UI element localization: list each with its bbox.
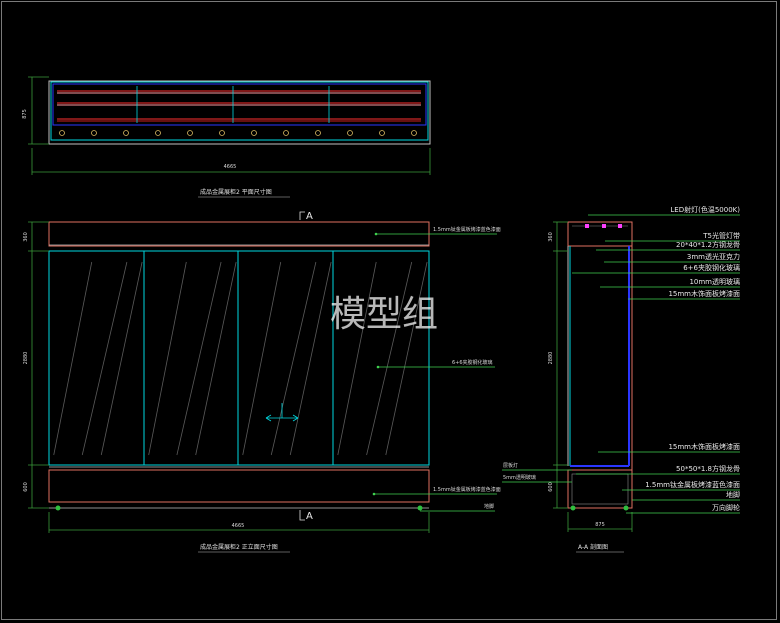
leader-bottom-dot [372,492,376,496]
plan-castor [251,130,257,136]
section-label: 6+6夹胶钢化玻璃 [683,263,740,272]
section-label: 10mm透明玻璃 [689,277,740,286]
section-mark-bottom: A [306,511,313,522]
sec-led-2 [602,224,606,228]
section-label-left: 层板灯 [503,462,518,469]
section-label: 3mm透光亚克力 [687,252,740,261]
plan-castors [59,130,417,136]
glass-hatch-line [148,261,187,456]
section-label: 50*50*1.8方钢龙骨 [676,464,740,473]
plan-dim-width: 4665 [224,164,237,170]
sec-base-inner [571,473,629,505]
section-label-left: 5mm透明玻璃 [503,474,536,481]
plan-castor [155,130,161,136]
plan-castor [347,130,353,136]
elev-caption: 成品金属展柜2 正立面尺寸图 [200,543,278,551]
section-label: 1.5mm钛金属板烤漆蓝色漆面 [645,480,740,489]
plan-caption: 成品金属展柜2 平面尺寸图 [200,188,272,196]
section-view: 360 2880 600 875 A-A 剖面图 LED射灯(色温5000K) T… [502,205,740,553]
glass-hatch-line [53,261,93,456]
sec-dim-middle: 2880 [548,352,554,365]
section-label: T5光管灯带 [702,231,740,240]
plan-dim-height: 875 [22,109,28,119]
glass-hatch-line [337,261,377,456]
cad-drawing: 4665 875 成品金属展柜2 平面尺寸图 A A 360 2880 600 … [22,76,740,553]
section-label: 15mm木饰面板烤漆面 [668,289,740,298]
section-label: 15mm木饰面板烤漆面 [668,442,740,451]
sec-dim-top: 360 [548,232,554,242]
plan-castor [187,130,193,136]
section-mark-top: A [306,211,313,222]
glass-hatch-line [366,261,413,456]
watermark: 模型组 [330,294,438,335]
glass-hatch-line [195,261,237,456]
sec-labels-upper: LED射灯(色温5000K) T5光管灯带20*40*1.2方钢龙骨 3mm透光亚克… [572,205,740,300]
glass-hatch-line [270,261,317,456]
glass-hatch [53,261,428,456]
elev-foot-right [417,505,423,511]
plan-castor [379,130,385,136]
section-label: LED射灯(色温5000K) [670,205,740,214]
glass-hatch-line [81,261,128,456]
glass-hatch-line [176,261,222,456]
plan-castor [219,130,225,136]
plan-castor [59,130,65,136]
note-foot: 地脚 [484,503,494,510]
plan-castor [91,130,97,136]
elev-foot-left [55,505,61,511]
section-mark-top-bracket [299,211,305,220]
glass-hatch-line [242,261,282,456]
sec-dim-bottom: 600 [548,482,554,492]
elev-top-panel [48,221,430,247]
plan-castor [411,130,417,136]
leader-top-dot [374,232,378,236]
sec-base-box [567,469,633,509]
sec-top-box [567,221,633,247]
elev-dim-bottom: 600 [23,482,29,492]
sec-foot-r [623,505,629,511]
glass-hatch-line [289,261,332,456]
leader-glass-dot [376,365,380,369]
note-bottom: 1.5mm钛金属板烤漆蓝色漆面 [433,486,501,493]
sec-led-3 [618,224,622,228]
section-mark-bottom-bracket [299,510,305,521]
sec-led-1 [585,224,589,228]
note-glass: 6+6夹胶钢化玻璃 [452,359,493,366]
sec-labels-lower: 15mm木饰面板烤漆面 50*50*1.8方钢龙骨 1.5mm钛金属板烤漆蓝色漆面地… [576,442,740,514]
cad-canvas: 4665 875 成品金属展柜2 平面尺寸图 A A 360 2880 600 … [0,0,780,623]
elevation-view: A A 360 2880 600 4665 1.5mm钛金属板烤漆蓝色漆面 6+… [23,211,501,553]
sec-dim-width: 875 [595,522,605,528]
plan-castor [123,130,129,136]
sec-foot-l [570,505,576,511]
section-label: 万向脚轮 [712,503,740,512]
note-top: 1.5mm钛金属板烤漆蓝色漆面 [433,226,501,233]
plan-view: 4665 875 成品金属展柜2 平面尺寸图 [22,76,431,198]
elev-base-panel [48,469,430,503]
sec-caption: A-A 剖面图 [578,543,608,551]
plan-castor [315,130,321,136]
glass-hatch-line [100,261,143,456]
elev-dim-top: 360 [23,232,29,242]
section-label: 20*40*1.2方钢龙骨 [676,240,740,249]
elev-dim-middle: 2880 [23,352,29,365]
plan-outline [48,80,431,145]
section-label: 地脚 [726,490,740,499]
elev-dim-width: 4665 [232,523,245,529]
plan-castor [283,130,289,136]
glass-hatch-line [385,261,428,456]
